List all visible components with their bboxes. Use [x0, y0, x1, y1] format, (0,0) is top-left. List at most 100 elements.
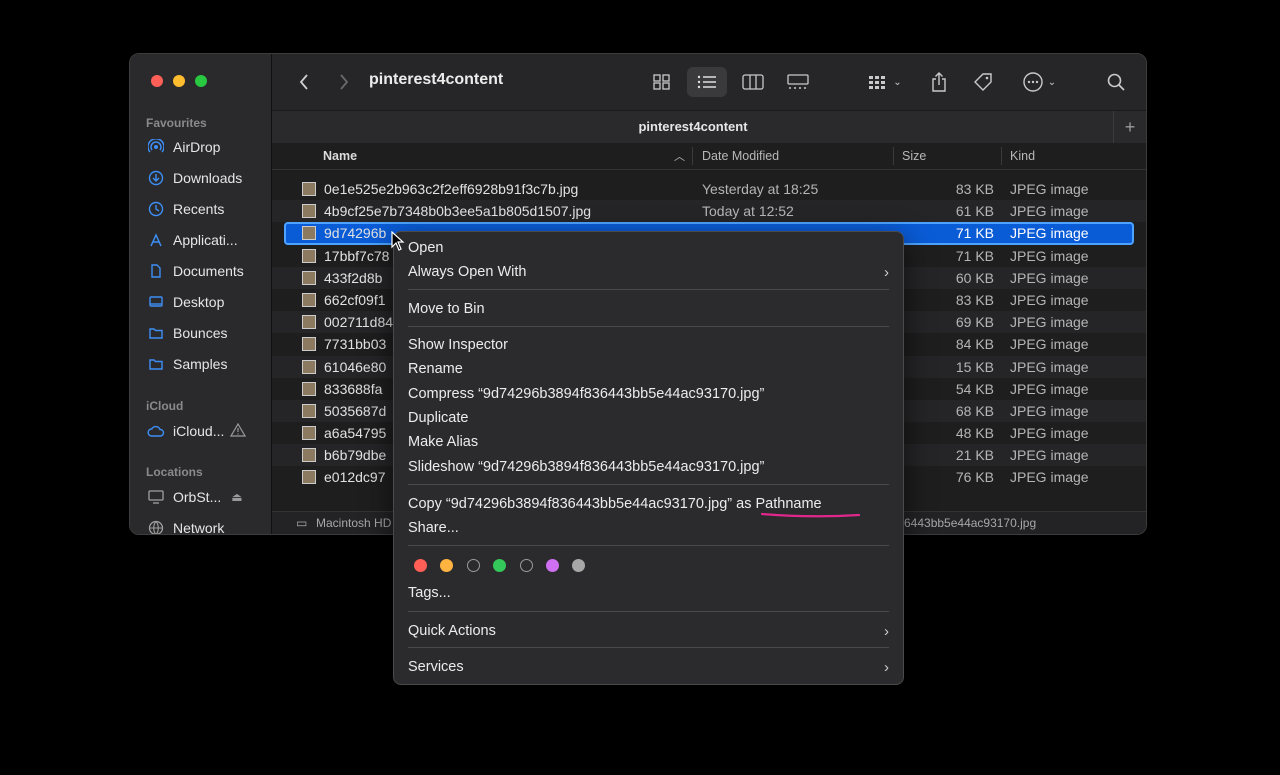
sidebar-item-label: Documents	[173, 263, 244, 279]
tag-green[interactable]	[493, 559, 506, 572]
eject-icon[interactable]: ⏏	[231, 490, 242, 504]
menu-item-label: Open	[408, 240, 444, 256]
sidebar-item-samples[interactable]: Samples	[146, 351, 264, 377]
group-by-button[interactable]: ⌄	[864, 70, 906, 94]
sidebar-item-label: AirDrop	[173, 139, 221, 155]
sidebar-item-label: Recents	[173, 201, 225, 217]
tag-blue[interactable]	[520, 559, 533, 572]
file-size: 84 KB	[955, 336, 994, 353]
file-kind: JPEG image	[1010, 336, 1089, 353]
column-divider[interactable]	[692, 147, 693, 165]
table-row[interactable]: 4b9cf25e7b7348b0b3ee5a1b805d1507.jpg Toda…	[272, 200, 1146, 223]
file-size: 60 KB	[955, 269, 994, 286]
search-button[interactable]	[1104, 70, 1128, 94]
pink-underline-annotation	[761, 512, 860, 518]
desktop-icon	[146, 294, 166, 310]
column-divider[interactable]	[1001, 147, 1002, 165]
column-divider[interactable]	[893, 147, 894, 165]
sidebar-section-favourites: Favourites	[146, 116, 207, 130]
menu-item-slideshow[interactable]: Slideshow “9d74296b3894f836443bb5e44ac93…	[408, 456, 889, 478]
file-size: 21 KB	[955, 447, 994, 464]
menu-item-quick-actions[interactable]: Quick Actions ›	[408, 620, 889, 642]
menu-item-label: Make Alias	[408, 434, 479, 450]
tag-orange[interactable]	[440, 559, 453, 572]
sidebar-item-orbstack[interactable]: OrbSt... ⏏	[146, 484, 264, 510]
column-size-header[interactable]: Size	[902, 149, 926, 163]
disk-icon: ▭	[296, 516, 308, 530]
tag-red[interactable]	[414, 559, 427, 572]
menu-item-label: Always Open With	[408, 264, 527, 280]
back-button[interactable]	[294, 70, 314, 94]
sidebar-item-label: OrbSt...	[173, 489, 222, 505]
airdrop-icon	[146, 139, 166, 155]
menu-item-share[interactable]: Share...	[408, 517, 889, 539]
menu-item-duplicate[interactable]: Duplicate	[408, 407, 889, 429]
file-kind: JPEG image	[1010, 225, 1089, 242]
sidebar-item-downloads[interactable]: Downloads	[146, 165, 264, 191]
menu-divider	[408, 289, 889, 290]
menu-item-show-inspector[interactable]: Show Inspector	[408, 334, 889, 356]
file-name: 0e1e525e2b963c2f2eff6928b91f3c7b.jpg	[324, 181, 579, 197]
tab-pinterest4content[interactable]: pinterest4content	[272, 119, 1114, 134]
column-name-header[interactable]: Name	[323, 149, 357, 163]
menu-item-rename[interactable]: Rename	[408, 358, 889, 380]
sidebar-item-documents[interactable]: Documents	[146, 258, 264, 284]
menu-divider	[408, 545, 889, 546]
menu-item-compress[interactable]: Compress “9d74296b3894f836443bb5e44ac931…	[408, 383, 889, 405]
plus-icon: +	[1124, 116, 1136, 137]
column-kind-header[interactable]: Kind	[1010, 149, 1035, 163]
menu-item-services[interactable]: Services ›	[408, 656, 889, 678]
table-row[interactable]: 0e1e525e2b963c2f2eff6928b91f3c7b.jpg Yest…	[272, 178, 1146, 200]
forward-button[interactable]	[334, 70, 354, 94]
menu-divider	[408, 647, 889, 648]
tag-gray[interactable]	[572, 559, 585, 572]
tag-yellow[interactable]	[467, 559, 480, 572]
sidebar-item-airdrop[interactable]: AirDrop	[146, 134, 264, 160]
menu-item-tags[interactable]: Tags...	[408, 582, 889, 604]
sort-ascending-icon: ︿	[674, 151, 685, 163]
file-size: 69 KB	[955, 314, 994, 331]
file-name: 002711d84	[324, 314, 394, 331]
sidebar-item-icloud-drive[interactable]: iCloud...	[146, 418, 264, 444]
warning-icon	[230, 422, 247, 440]
file-kind: JPEG image	[1010, 425, 1089, 442]
column-view-button[interactable]	[739, 70, 767, 94]
menu-divider	[408, 484, 889, 485]
file-name: b6b79dbe	[324, 447, 387, 464]
tag-button[interactable]	[970, 70, 996, 94]
file-kind: JPEG image	[1010, 181, 1089, 197]
sidebar-item-bounces[interactable]: Bounces	[146, 320, 264, 346]
sidebar: Favourites AirDrop Downloads Recents App…	[130, 54, 272, 534]
more-actions-button[interactable]: ⌄	[1016, 70, 1062, 94]
sidebar-item-desktop[interactable]: Desktop	[146, 289, 264, 315]
new-tab-button[interactable]: +	[1113, 111, 1146, 143]
download-icon	[146, 170, 166, 186]
sidebar-item-network[interactable]: Network	[146, 515, 264, 534]
menu-item-label: Duplicate	[408, 410, 469, 426]
share-button[interactable]	[927, 70, 951, 94]
close-window-button[interactable]	[151, 75, 163, 87]
list-view-button[interactable]	[687, 67, 727, 97]
path-bar-root[interactable]: Macintosh HD	[316, 516, 391, 530]
sidebar-item-label: Bounces	[173, 325, 228, 341]
file-name: 433f2d8b	[324, 269, 383, 286]
file-name: 9d74296b	[324, 225, 387, 242]
file-date: Today at 12:52	[702, 203, 794, 220]
menu-item-label: Copy “9d74296b3894f836443bb5e44ac93170.j…	[408, 496, 822, 512]
image-thumbnail	[302, 337, 316, 352]
column-date-header[interactable]: Date Modified	[702, 149, 779, 163]
gallery-view-button[interactable]	[783, 70, 813, 94]
menu-item-make-alias[interactable]: Make Alias	[408, 431, 889, 453]
path-bar-file[interactable]: 6443bb5e44ac93170.jpg	[904, 516, 1036, 530]
tag-purple[interactable]	[546, 559, 559, 572]
sidebar-item-applications[interactable]: Applicati...	[146, 227, 264, 253]
file-size: 71 KB	[955, 247, 994, 264]
file-name: 17bbf7c78	[324, 247, 390, 264]
menu-item-open[interactable]: Open	[408, 237, 889, 259]
sidebar-item-recents[interactable]: Recents	[146, 196, 264, 222]
minimize-window-button[interactable]	[173, 75, 185, 87]
icon-view-button[interactable]	[648, 70, 676, 94]
zoom-window-button[interactable]	[195, 75, 207, 87]
menu-item-always-open-with[interactable]: Always Open With ›	[408, 261, 889, 283]
menu-item-move-to-bin[interactable]: Move to Bin	[408, 298, 889, 320]
